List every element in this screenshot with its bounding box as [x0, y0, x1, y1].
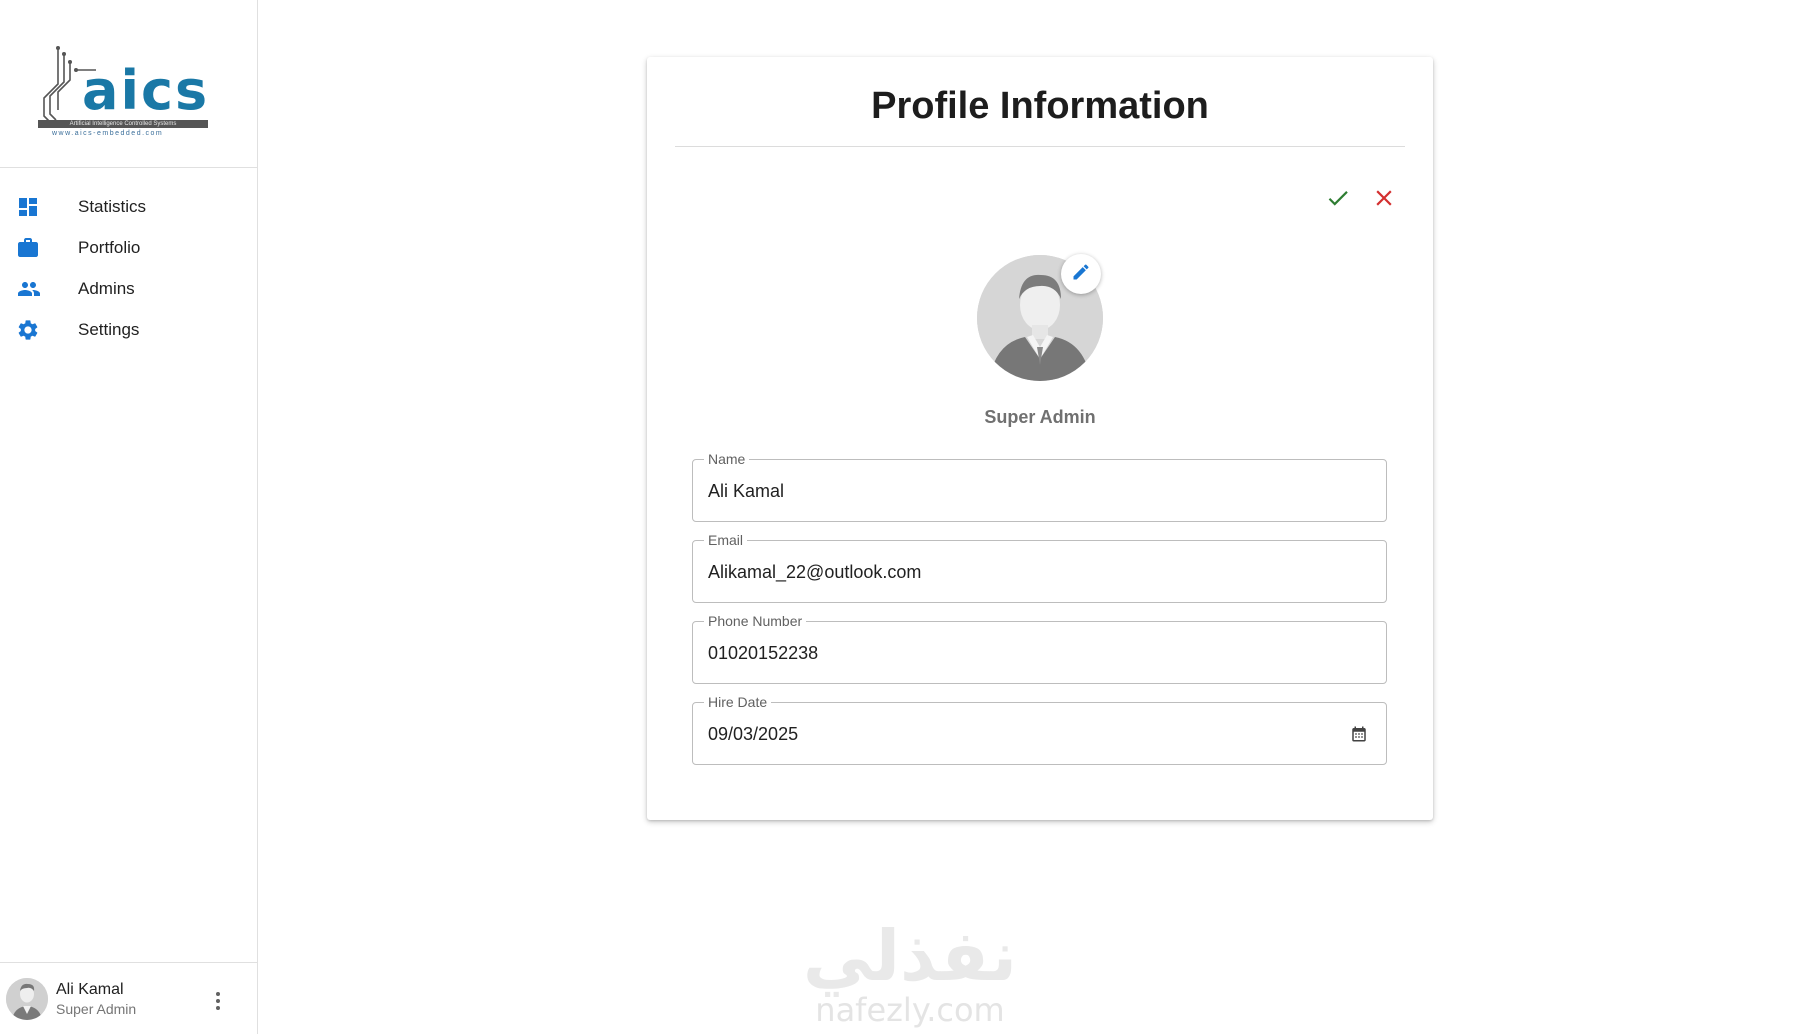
logo-url: www.aics-embedded.com	[52, 130, 164, 137]
user-info: Ali Kamal Super Admin	[56, 980, 136, 1018]
name-input[interactable]	[708, 480, 1328, 502]
edit-photo-button[interactable]	[1061, 254, 1101, 294]
dashboard-icon	[0, 195, 78, 219]
name-field[interactable]: Name	[692, 450, 1387, 522]
logo-tagline: Artificial Intelligence Controlled Syste…	[38, 120, 208, 128]
briefcase-icon	[0, 236, 78, 260]
hire-date-field[interactable]: Hire Date	[692, 693, 1387, 765]
aics-logo[interactable]: aics Artificial Intelligence Controlled …	[36, 44, 212, 140]
sidebar: aics Artificial Intelligence Controlled …	[0, 0, 258, 1034]
phone-field-label: Phone Number	[704, 612, 807, 630]
calendar-icon[interactable]	[1350, 725, 1368, 748]
phone-field[interactable]: Phone Number	[692, 612, 1387, 684]
sidebar-item-statistics[interactable]: Statistics	[0, 186, 257, 227]
app-root: aics Artificial Intelligence Controlled …	[0, 0, 1808, 1034]
user-name: Ali Kamal	[56, 980, 124, 998]
avatar[interactable]	[6, 977, 48, 1020]
pencil-icon	[1071, 262, 1091, 287]
sidebar-item-settings[interactable]: Settings	[0, 309, 257, 350]
close-icon	[1371, 190, 1397, 215]
logo-wordmark: aics	[82, 59, 210, 122]
title-divider	[675, 146, 1405, 147]
sidebar-item-label: Statistics	[78, 196, 147, 216]
watermark: نفذلي nafezly.com	[790, 920, 1030, 1028]
watermark-arabic: نفذلي	[802, 915, 1018, 997]
sidebar-nav: Statistics Portfolio Admins Settings	[0, 168, 257, 350]
email-field[interactable]: Email	[692, 531, 1387, 603]
user-footer: Ali Kamal Super Admin	[0, 962, 258, 1034]
save-button[interactable]	[1325, 185, 1351, 211]
people-icon	[0, 277, 78, 301]
sidebar-item-portfolio[interactable]: Portfolio	[0, 227, 257, 268]
sidebar-item-admins[interactable]: Admins	[0, 268, 257, 309]
check-icon	[1325, 191, 1351, 215]
profile-role: Super Admin	[984, 407, 1096, 427]
email-input[interactable]	[708, 561, 1328, 583]
page-title: Profile Information	[871, 85, 1209, 127]
profile-card: Profile Information Super Admin Name Ali…	[647, 57, 1433, 820]
name-field-label: Name	[704, 450, 750, 468]
gear-icon	[0, 318, 78, 342]
logo-area: aics Artificial Intelligence Controlled …	[0, 0, 257, 168]
hire-date-input[interactable]	[708, 723, 1328, 745]
more-vert-icon[interactable]	[208, 989, 228, 1013]
sidebar-item-label: Portfolio	[78, 237, 141, 257]
sidebar-item-label: Settings	[78, 319, 140, 339]
watermark-latin: nafezly.com	[815, 991, 1005, 1029]
phone-input[interactable]	[708, 642, 1328, 664]
cancel-button[interactable]	[1371, 185, 1397, 211]
user-role: Super Admin	[56, 1000, 137, 1017]
hire-date-field-label: Hire Date	[704, 693, 772, 711]
sidebar-item-label: Admins	[78, 278, 135, 298]
email-field-label: Email	[704, 531, 748, 549]
